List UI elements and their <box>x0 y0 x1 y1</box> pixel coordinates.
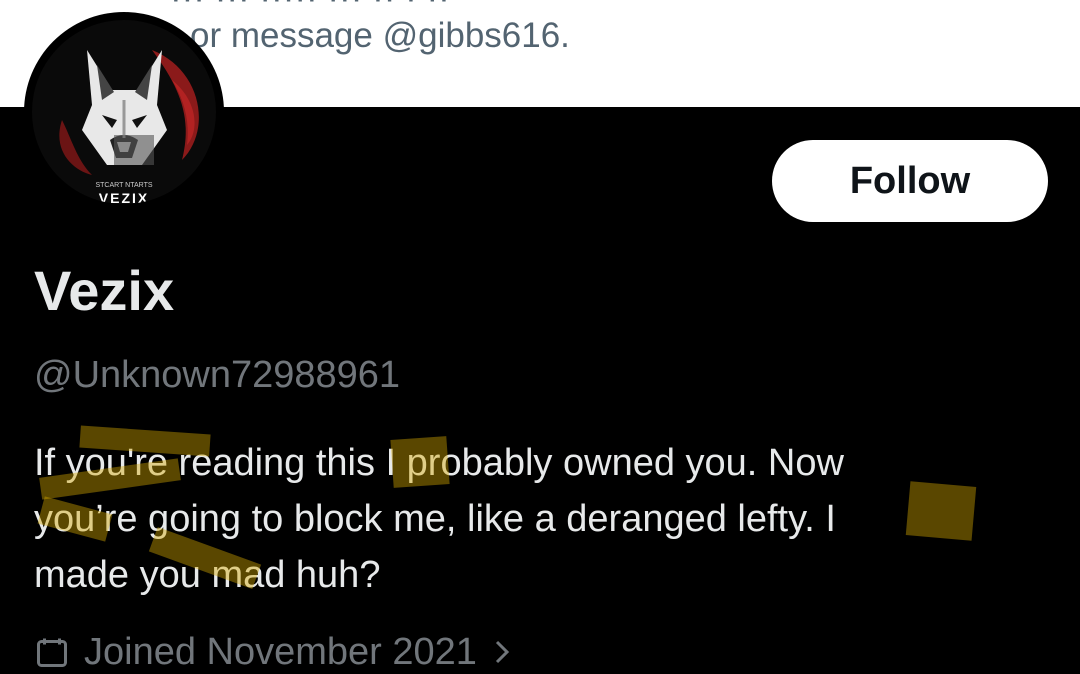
logo-small-text: STCART NTARTS <box>95 182 152 189</box>
highlight-mark <box>390 436 450 488</box>
logo-text: VEZIX <box>99 190 149 204</box>
wolf-logo-icon: VEZIX STCART NTARTS <box>59 50 199 204</box>
display-name: Vezix <box>34 259 175 322</box>
joined-text: Joined November 2021 <box>84 630 477 673</box>
follow-button[interactable]: Follow <box>772 140 1048 222</box>
highlight-mark <box>905 481 977 541</box>
banner-text: or message @gibbs616. <box>190 16 570 55</box>
avatar-image: VEZIX STCART NTARTS <box>32 20 216 204</box>
joined-date: Joined November 2021 <box>34 630 513 673</box>
profile-bio: If you're reading this I probably owned … <box>34 435 1034 603</box>
user-handle: @Unknown72988961 <box>34 354 401 396</box>
calendar-icon <box>37 638 67 667</box>
avatar[interactable]: VEZIX STCART NTARTS <box>24 12 224 212</box>
chevron-right-icon[interactable] <box>491 634 513 670</box>
